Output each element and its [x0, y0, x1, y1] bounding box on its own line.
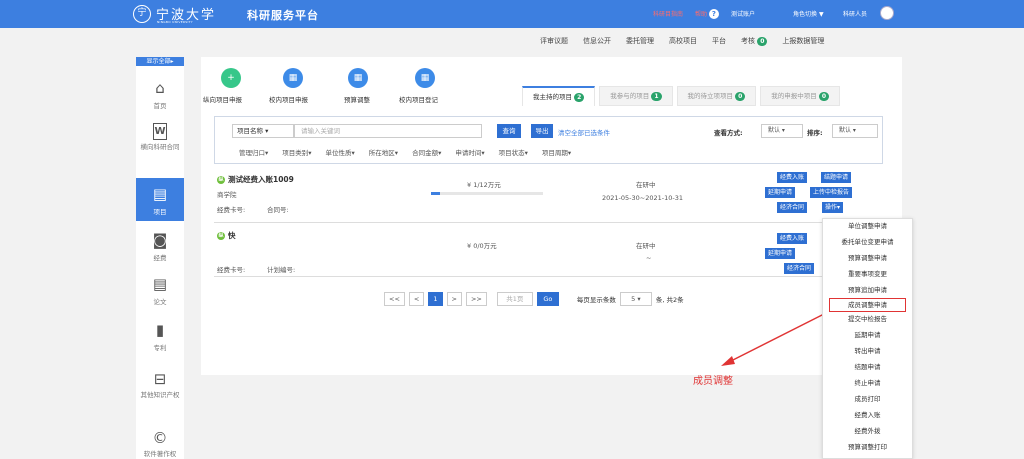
menu-item-member-adjust[interactable]: 成员调整申请 — [829, 298, 906, 313]
menu-item[interactable]: 委托单位变更申请 — [823, 235, 912, 251]
menu-item[interactable]: 终止申请 — [823, 376, 912, 392]
menu-item[interactable]: 预算调整申请 — [823, 251, 912, 267]
menu-item[interactable]: 经费外拨 — [823, 424, 912, 440]
menu-item[interactable]: 预算追加申请 — [823, 283, 912, 299]
operation-dropdown-menu: 单位调整申请 委托单位变更申请 预算调整申请 重要事项变更 预算追加申请 成员调… — [822, 218, 913, 459]
menu-item[interactable]: 成员打印 — [823, 392, 912, 408]
menu-item[interactable]: 转出申请 — [823, 344, 912, 360]
menu-item[interactable]: 提交中检报告 — [823, 312, 912, 328]
menu-item[interactable]: 单位调整申请 — [823, 219, 912, 235]
annotation-label: 成员调整 — [693, 376, 733, 387]
menu-item[interactable]: 延期申请 — [823, 328, 912, 344]
menu-item[interactable]: 重要事项变更 — [823, 267, 912, 283]
menu-item[interactable]: 预算调整打印 — [823, 440, 912, 456]
menu-item[interactable]: 结题申请 — [823, 360, 912, 376]
menu-item[interactable]: 经费入账 — [823, 408, 912, 424]
